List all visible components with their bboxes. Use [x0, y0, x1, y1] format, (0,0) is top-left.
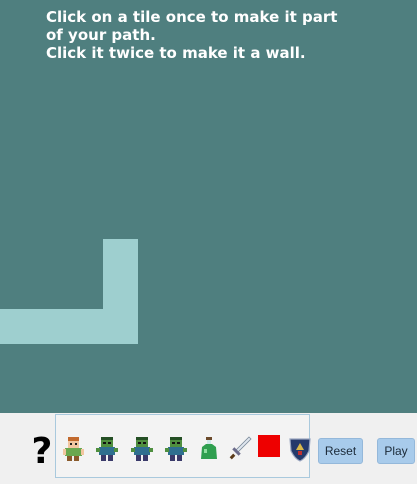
path-tile[interactable]	[103, 274, 138, 309]
game-board[interactable]: Click on a tile once to make it part of …	[0, 0, 417, 413]
help-button[interactable]: ?	[28, 432, 56, 472]
reset-button[interactable]: Reset	[318, 438, 363, 464]
instructions-line-1: Click on a tile once to make it part	[46, 8, 338, 26]
instructions-line-3: Click it twice to make it a wall.	[46, 44, 306, 62]
potion-icon[interactable]	[196, 435, 222, 463]
piece-palette	[55, 414, 313, 478]
zombie-icon[interactable]	[129, 435, 155, 463]
path-tile[interactable]	[103, 239, 138, 274]
path-tile[interactable]	[0, 309, 35, 344]
red-block-icon[interactable]	[258, 435, 280, 457]
path-tile[interactable]	[35, 309, 69, 344]
play-button[interactable]: Play	[377, 438, 415, 464]
zombie-icon[interactable]	[94, 435, 120, 463]
zombie-icon[interactable]	[163, 435, 189, 463]
hero-icon[interactable]	[60, 435, 86, 463]
instructions-text: Click on a tile once to make it part of …	[46, 8, 406, 62]
instructions-line-2: of your path.	[46, 26, 156, 44]
sword-icon[interactable]	[227, 435, 253, 463]
path-tile[interactable]	[103, 309, 138, 344]
shield-icon[interactable]	[287, 435, 313, 463]
path-tile[interactable]	[69, 309, 103, 344]
